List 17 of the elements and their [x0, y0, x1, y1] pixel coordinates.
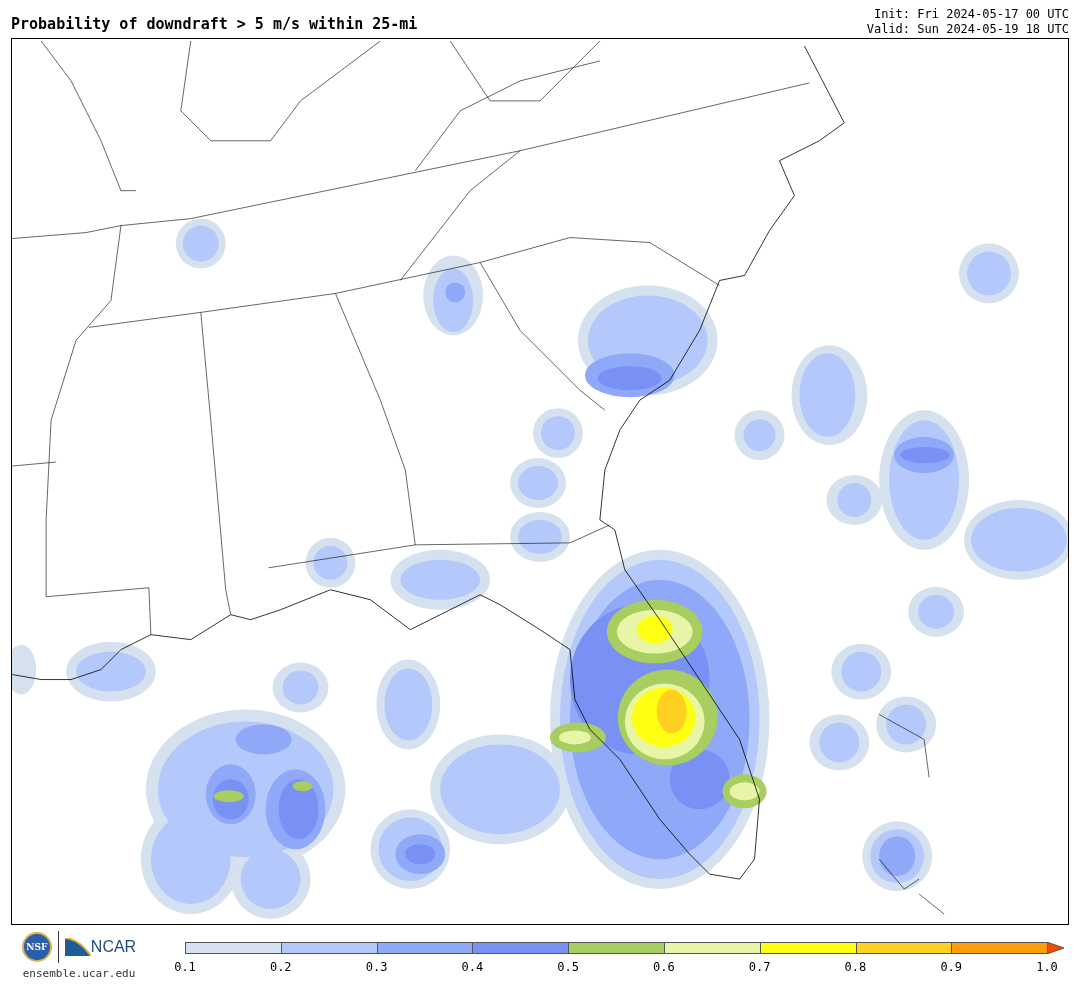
colorbar-tick-label: 1.0	[1036, 960, 1058, 974]
colorbar-tick-label: 0.8	[844, 960, 867, 974]
colorbar-tick-label: 0.9	[940, 960, 963, 974]
seal-logo: NSF	[21, 932, 52, 962]
colorbar-tick-label: 0.5	[557, 960, 579, 974]
colorbar-tick-label: 0.2	[269, 960, 292, 974]
site-url: ensemble.ucar.edu	[22, 967, 136, 980]
colorbar-tick-label: 0.7	[748, 960, 771, 974]
colorbar-tick-label: 0.1	[174, 960, 196, 974]
colorbar-tick-label: 0.6	[653, 960, 675, 974]
init-time: Init: Fri 2024-05-17 00 UTC	[873, 7, 1069, 22]
colorbar-tick-label: 0.3	[365, 960, 388, 974]
wedge-logo-icon	[64, 938, 91, 956]
valid-time: Valid: Sun 2024-05-19 18 UTC	[866, 22, 1069, 37]
logo-text: NCAR	[90, 938, 137, 956]
map-title: Probability of downdraft > 5 m/s within 25-mi	[11, 15, 418, 35]
colorbar-tick-label: 0.4	[461, 960, 484, 974]
